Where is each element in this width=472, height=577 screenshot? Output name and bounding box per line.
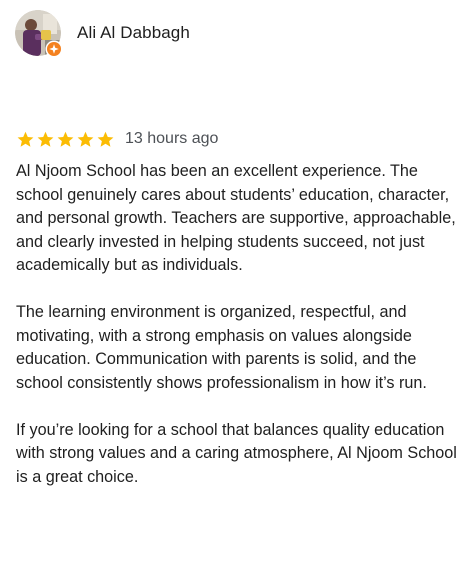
review-card: Ali Al Dabbagh 13 hours ago Al Njoom Sch… xyxy=(0,0,472,577)
star-icon xyxy=(57,131,74,147)
reviewer-name[interactable]: Ali Al Dabbagh xyxy=(77,23,190,43)
review-time: 13 hours ago xyxy=(125,130,219,147)
review-paragraph: Al Njoom School has been an excellent ex… xyxy=(16,162,456,274)
review-text: Al Njoom School has been an excellent ex… xyxy=(16,160,464,489)
star-icon xyxy=(77,131,94,147)
avatar-container[interactable] xyxy=(15,10,63,58)
star-icon xyxy=(17,131,34,147)
star-icon xyxy=(97,131,114,147)
review-paragraph: The learning environment is organized, r… xyxy=(16,303,427,392)
star-icon xyxy=(37,131,54,147)
local-guide-badge-icon xyxy=(45,40,63,58)
star-rating xyxy=(16,130,116,149)
review-paragraph: If you’re looking for a school that bala… xyxy=(16,420,457,486)
reviewer-header[interactable]: Ali Al Dabbagh xyxy=(15,10,190,58)
rating-row: 13 hours ago xyxy=(16,128,218,150)
